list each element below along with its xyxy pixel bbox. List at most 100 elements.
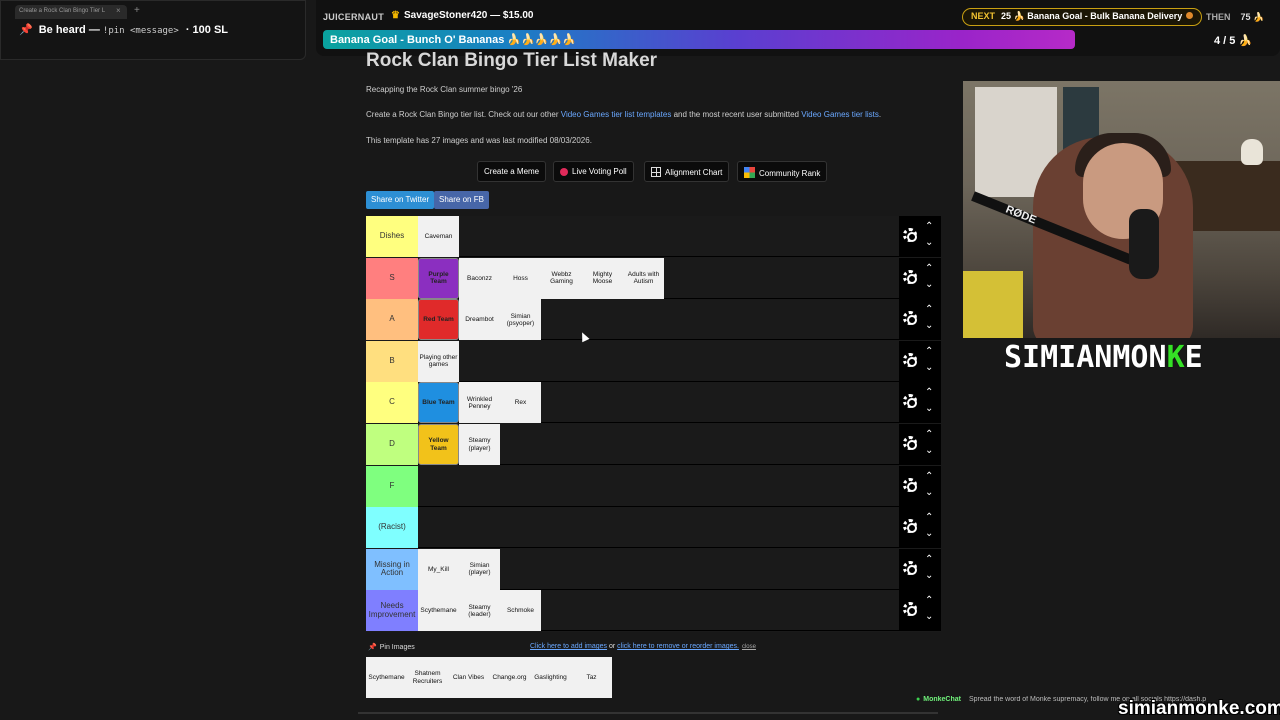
move-down-icon[interactable]: ⌄ [925,321,933,331]
add-images-link[interactable]: Click here to add images [530,643,607,650]
goal-progress-bar: Banana Goal - Bunch O' Bananas 🍌🍌🍌🍌🍌 [323,30,1075,49]
move-up-icon[interactable]: ⌃ [925,430,933,440]
tier-item[interactable]: Wrinkled Penney [459,382,500,424]
tier-label[interactable]: Dishes [366,216,418,257]
tier-controls: ⌃ ⌄ [899,257,941,299]
templates-link[interactable]: Video Games tier list templates [561,110,672,119]
then-goal: THEN 75 🍌 [1206,12,1264,23]
move-up-icon[interactable]: ⌃ [925,222,933,232]
tier-item[interactable]: Hoss [500,257,541,299]
tier-item[interactable]: Rex [500,382,541,424]
move-down-icon[interactable]: ⌄ [925,238,933,248]
move-up-icon[interactable]: ⌃ [925,471,933,482]
move-up-icon[interactable]: ⌃ [925,388,933,398]
community-rank-button[interactable]: Community Rank [737,161,828,182]
tier-item[interactable]: Playing other games [418,340,459,382]
gear-icon[interactable] [903,602,917,617]
stream-overlay-bar: JUICERNAUT ♛ SavageStoner420 — $15.00 Ban… [316,0,1280,56]
tier-controls: ⌃ ⌄ [899,299,941,341]
move-down-icon[interactable]: ⌄ [925,404,933,414]
pool-item[interactable]: Shatnem Recruiters [407,657,448,698]
tier-item[interactable]: Scythemane [418,590,459,632]
tier-item[interactable]: Red Team [418,299,459,341]
gear-icon[interactable] [903,519,917,534]
next-label: NEXT [971,11,996,21]
move-down-icon[interactable]: ⌄ [925,612,933,622]
tier-controls: ⌃ ⌄ [899,507,941,549]
move-up-icon[interactable]: ⌃ [925,263,933,274]
pool-item[interactable]: Clan Vibes [448,657,489,698]
move-down-icon[interactable]: ⌄ [925,279,933,290]
new-tab-icon[interactable]: + [134,5,140,16]
move-up-icon[interactable]: ⌃ [925,513,933,523]
tier-items: Caveman [418,216,459,257]
create-meme-button[interactable]: Create a Meme [477,161,547,182]
tier-label[interactable]: F [366,465,418,507]
pool-item[interactable]: Taz [571,657,612,698]
webcam-microphone [1129,209,1159,279]
tier-controls: ⌃ ⌄ [899,340,941,382]
be-heard-command: !pin <message> [102,26,179,36]
desc-prefix: Create a Rock Clan Bingo tier list. Chec… [366,110,561,119]
move-down-icon[interactable]: ⌄ [925,446,933,456]
tier-label[interactable]: D [366,424,418,465]
tier-label[interactable]: B [366,340,418,382]
move-up-icon[interactable]: ⌃ [925,346,933,357]
horizontal-scrollbar[interactable] [358,712,938,714]
tier-item[interactable]: My_Kill [418,548,459,590]
tier-label[interactable]: A [366,299,418,341]
tier-item[interactable]: Purple Team [418,257,459,299]
tier-item[interactable]: Mighty Moose [582,257,623,299]
gear-icon[interactable] [903,352,917,367]
browser-tab[interactable]: Create a Rock Clan Bingo Tier L [15,5,127,19]
tier-label[interactable]: S [366,257,418,299]
chat-label: MonkeChat [916,696,961,703]
gear-icon[interactable] [903,394,917,409]
reorder-images-link[interactable]: click here to remove or reorder images. [617,643,739,650]
share-twitter-button[interactable]: Share on Twitter [366,191,435,209]
move-up-icon[interactable]: ⌃ [925,596,933,606]
pool-item[interactable]: Change.org [489,657,530,698]
tier-item[interactable]: Steamy (player) [459,424,500,465]
pool-item[interactable]: Scythemane [366,657,407,698]
gear-icon[interactable] [903,436,917,450]
tier-item[interactable]: Steamy (leader) [459,590,500,632]
gear-icon[interactable] [903,269,917,284]
pin-images-toggle[interactable]: 📌 Pin Images [368,643,415,651]
tier-items: Purple Team Baconzz Hoss Webbz Gaming Mighty… [418,257,664,299]
move-down-icon[interactable]: ⌄ [925,529,933,539]
move-down-icon[interactable]: ⌄ [925,570,933,581]
tier-item[interactable]: Simian (psyoper) [500,299,541,341]
tier-item[interactable]: Adults with Autism [623,257,664,299]
tier-item[interactable]: Baconzz [459,257,500,299]
move-down-icon[interactable]: ⌄ [925,487,933,498]
alignment-chart-button[interactable]: Alignment Chart [644,161,730,182]
tier-label[interactable]: Needs Improvement [366,590,418,632]
move-up-icon[interactable]: ⌃ [925,305,933,315]
close-tab-icon[interactable]: × [116,6,121,15]
tier-label[interactable]: Missing in Action [366,548,418,590]
tier-item[interactable]: Schmoke [500,590,541,632]
tier-list: Dishes Caveman ⌃ ⌄ S Purple Team Baconzz Hoss We… [366,216,941,632]
tier-item[interactable]: Dreambot [459,299,500,341]
tier-item[interactable]: Blue Team [418,382,459,424]
tier-item[interactable]: Yellow Team [418,424,459,465]
gear-icon[interactable] [903,228,917,242]
pool-item[interactable]: Gaslighting [530,657,571,698]
user-lists-link[interactable]: Video Games tier lists [801,110,879,119]
move-down-icon[interactable]: ⌄ [925,362,933,373]
tier-item[interactable]: Caveman [418,216,459,257]
move-up-icon[interactable]: ⌃ [925,554,933,565]
gear-icon[interactable] [903,477,917,492]
tier-item[interactable]: Simian (player) [459,548,500,590]
grid-icon [651,167,661,177]
gear-icon[interactable] [903,311,917,326]
tier-item[interactable]: Webbz Gaming [541,257,582,299]
gear-icon[interactable] [903,560,917,575]
live-poll-button[interactable]: Live Voting Poll [553,161,634,182]
tier-label[interactable]: (Racist) [366,507,418,549]
status-dot-icon [1186,12,1194,19]
close-link[interactable]: close [742,644,756,650]
tier-label[interactable]: C [366,382,418,424]
share-facebook-button[interactable]: Share on FB [434,191,489,209]
